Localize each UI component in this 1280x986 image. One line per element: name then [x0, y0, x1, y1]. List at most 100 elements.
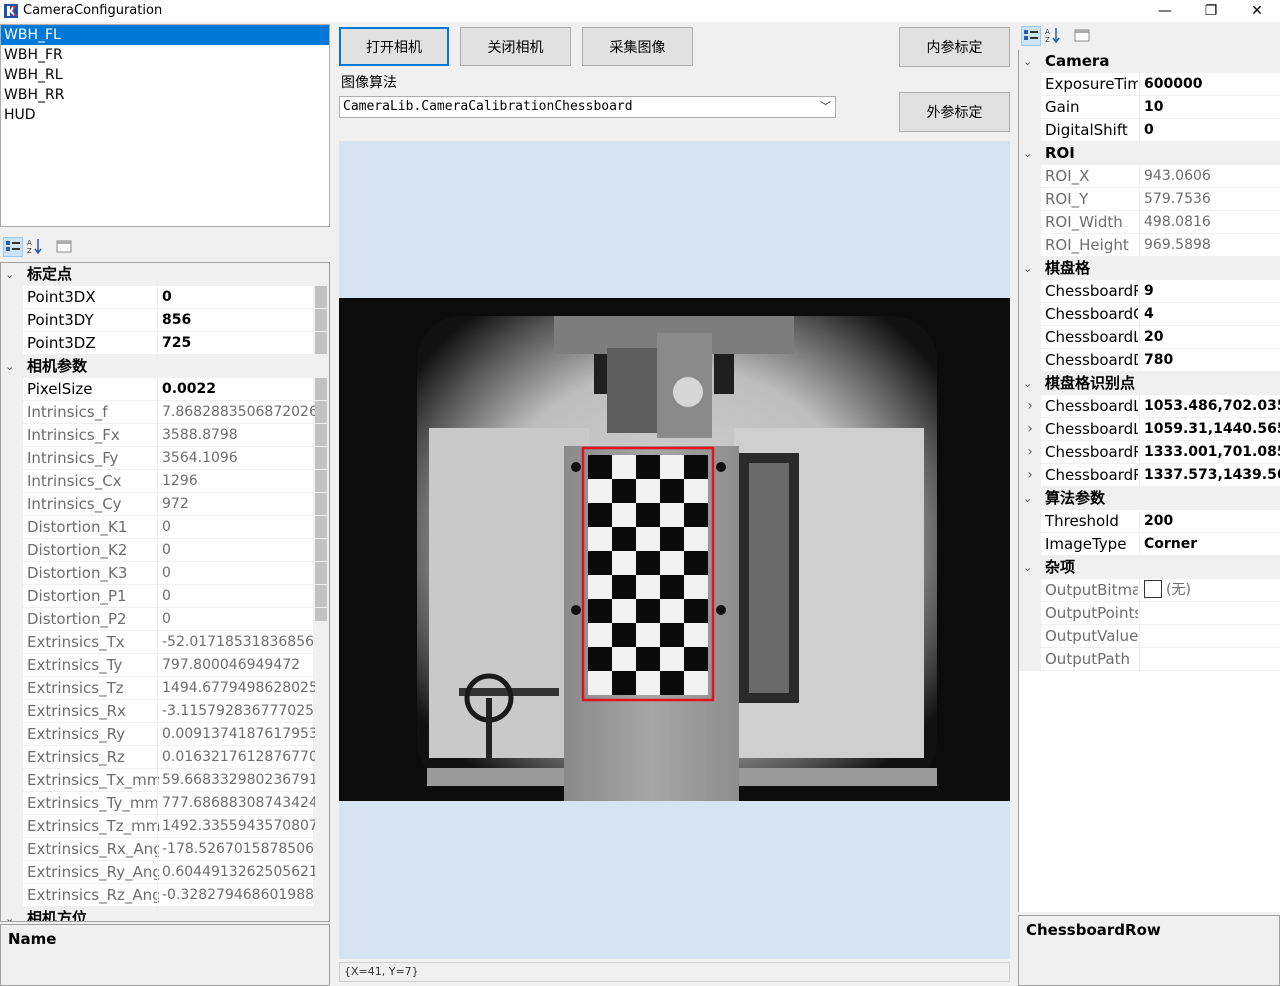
- property-row[interactable]: Point3DY 856: [1, 309, 329, 332]
- property-value[interactable]: 9: [1139, 280, 1280, 303]
- property-row[interactable]: Extrinsics_Rz_Ang -0.32827946860198887: [1, 884, 329, 907]
- camera-list-item[interactable]: HUD: [1, 105, 329, 125]
- close-button[interactable]: ✕: [1234, 0, 1280, 22]
- property-value[interactable]: 3564.1096: [157, 447, 315, 470]
- property-row[interactable]: OutputPath: [1019, 648, 1280, 671]
- property-row[interactable]: Intrinsics_f 7.8682883506872026: [1, 401, 329, 424]
- property-category[interactable]: ⌄ Camera: [1019, 50, 1280, 73]
- camera-list-item[interactable]: WBH_FR: [1, 45, 329, 65]
- extrinsic-calibration-button[interactable]: 外参标定: [899, 92, 1010, 132]
- collapse-chevron-icon[interactable]: ⌄: [1023, 257, 1037, 280]
- camera-list-item[interactable]: WBH_RR: [1, 85, 329, 105]
- property-row[interactable]: ›ChessboardRT1333.001,701.0851: [1019, 441, 1280, 464]
- property-row[interactable]: Extrinsics_Rx -3.1157928367770253: [1, 700, 329, 723]
- property-value[interactable]: 0.0022: [157, 378, 315, 401]
- property-value[interactable]: Corner: [1139, 533, 1280, 556]
- property-category[interactable]: ⌄ 标定点: [1, 263, 329, 286]
- property-value[interactable]: 777.68688308743424: [157, 792, 315, 815]
- property-value[interactable]: 1492.3355943570807: [157, 815, 315, 838]
- property-value[interactable]: 1059.31,1440.565: [1139, 418, 1280, 441]
- chevron-down-icon[interactable]: ﹀: [820, 97, 831, 117]
- collapse-chevron-icon[interactable]: ⌄: [5, 355, 19, 378]
- property-row[interactable]: Intrinsics_Cy 972: [1, 493, 329, 516]
- property-row[interactable]: Extrinsics_Tz_mm 1492.3355943570807: [1, 815, 329, 838]
- expand-chevron-icon[interactable]: ›: [1019, 395, 1041, 418]
- property-value[interactable]: [1139, 648, 1280, 671]
- property-value[interactable]: 1494.6779498628025: [157, 677, 315, 700]
- collapse-chevron-icon[interactable]: ⌄: [5, 907, 19, 921]
- property-row[interactable]: ›ChessboardLB1059.31,1440.565: [1019, 418, 1280, 441]
- property-value[interactable]: 3588.8798: [157, 424, 315, 447]
- property-row[interactable]: ROI_Width 498.0816: [1019, 211, 1280, 234]
- property-row[interactable]: OutputPoints: [1019, 602, 1280, 625]
- property-value[interactable]: 856: [157, 309, 315, 332]
- property-row[interactable]: Gain 10: [1019, 96, 1280, 119]
- property-value[interactable]: 4: [1139, 303, 1280, 326]
- property-category[interactable]: ⌄ 算法参数: [1019, 487, 1280, 510]
- property-value[interactable]: 972: [157, 493, 315, 516]
- property-row[interactable]: ROI_X 943.0606: [1019, 165, 1280, 188]
- property-value[interactable]: 1333.001,701.0851: [1139, 441, 1280, 464]
- property-value[interactable]: -0.32827946860198887: [157, 884, 315, 907]
- property-value[interactable]: 0: [157, 539, 315, 562]
- property-row[interactable]: ›ChessboardLT1053.486,702.0359: [1019, 395, 1280, 418]
- alphabetical-view-button[interactable]: A Z: [1044, 26, 1064, 46]
- property-value[interactable]: 0: [157, 562, 315, 585]
- property-value[interactable]: 969.5898: [1139, 234, 1280, 257]
- property-pages-button[interactable]: [55, 237, 75, 257]
- property-value[interactable]: 0: [157, 585, 315, 608]
- property-row[interactable]: Intrinsics_Cx 1296: [1, 470, 329, 493]
- image-viewer[interactable]: [339, 141, 1010, 959]
- property-row[interactable]: Extrinsics_Ty_mm 777.68688308743424: [1, 792, 329, 815]
- property-value[interactable]: 1337.573,1439.566: [1139, 464, 1280, 487]
- right-property-grid[interactable]: ⌄CameraExposureTime600000Gain10DigitalSh…: [1018, 50, 1280, 912]
- property-row[interactable]: ChessboardColumn4: [1019, 303, 1280, 326]
- property-value[interactable]: -178.52670158785065: [157, 838, 315, 861]
- expand-chevron-icon[interactable]: ›: [1019, 418, 1041, 441]
- alphabetical-view-button[interactable]: A Z: [26, 237, 46, 257]
- intrinsic-calibration-button[interactable]: 内参标定: [899, 27, 1010, 67]
- property-value[interactable]: 0: [157, 286, 315, 309]
- property-row[interactable]: Extrinsics_Tz 1494.6779498628025: [1, 677, 329, 700]
- restore-button[interactable]: ❐: [1188, 0, 1234, 22]
- property-value[interactable]: -52.017185318368568: [157, 631, 315, 654]
- property-row[interactable]: Extrinsics_Ty 797.800046949472: [1, 654, 329, 677]
- left-property-grid[interactable]: ▲ ▼ ⌄标定点Point3DX0Point3DY856Point3DZ725⌄…: [0, 262, 330, 922]
- property-value[interactable]: 7.8682883506872026: [157, 401, 315, 424]
- property-row[interactable]: ChessboardRow9: [1019, 280, 1280, 303]
- collapse-chevron-icon[interactable]: ⌄: [1023, 487, 1037, 510]
- property-row[interactable]: Extrinsics_Rx_Ang -178.52670158785065: [1, 838, 329, 861]
- property-value[interactable]: 0: [157, 516, 315, 539]
- property-row[interactable]: ROI_Height 969.5898: [1019, 234, 1280, 257]
- property-category[interactable]: ⌄ 相机方位: [1, 907, 329, 921]
- property-value[interactable]: 579.7536: [1139, 188, 1280, 211]
- property-value[interactable]: [1139, 625, 1280, 648]
- property-category[interactable]: ⌄ 棋盘格: [1019, 257, 1280, 280]
- property-row[interactable]: ImageType Corner: [1019, 533, 1280, 556]
- categorized-view-button[interactable]: [3, 237, 23, 257]
- property-value[interactable]: 943.0606: [1139, 165, 1280, 188]
- property-value[interactable]: -3.1157928367770253: [157, 700, 315, 723]
- property-row[interactable]: Intrinsics_Fx 3588.8798: [1, 424, 329, 447]
- property-value[interactable]: [1139, 602, 1280, 625]
- property-row[interactable]: Threshold 200: [1019, 510, 1280, 533]
- property-value[interactable]: 200: [1139, 510, 1280, 533]
- camera-list-item[interactable]: WBH_FL: [1, 25, 329, 45]
- property-value[interactable]: 0: [1139, 119, 1280, 142]
- minimize-button[interactable]: —: [1142, 0, 1188, 22]
- property-row[interactable]: ExposureTime600000: [1019, 73, 1280, 96]
- property-row[interactable]: PixelSize 0.0022: [1, 378, 329, 401]
- property-row[interactable]: Distortion_P1 0: [1, 585, 329, 608]
- property-value[interactable]: 0: [157, 608, 315, 631]
- categorized-view-button[interactable]: [1021, 26, 1041, 46]
- property-value[interactable]: 20: [1139, 326, 1280, 349]
- collapse-chevron-icon[interactable]: ⌄: [1023, 142, 1037, 165]
- camera-list[interactable]: WBH_FL WBH_FR WBH_RL WBH_RR HUD: [0, 24, 330, 227]
- property-value[interactable]: 1296: [157, 470, 315, 493]
- expand-chevron-icon[interactable]: ›: [1019, 441, 1041, 464]
- expand-chevron-icon[interactable]: ›: [1019, 464, 1041, 487]
- property-value[interactable]: 498.0816: [1139, 211, 1280, 234]
- property-row[interactable]: Intrinsics_Fy 3564.1096: [1, 447, 329, 470]
- property-row[interactable]: Extrinsics_Tx_mm 59.668332980236791: [1, 769, 329, 792]
- property-row[interactable]: Extrinsics_Ry_Ang 0.60449132625056212: [1, 861, 329, 884]
